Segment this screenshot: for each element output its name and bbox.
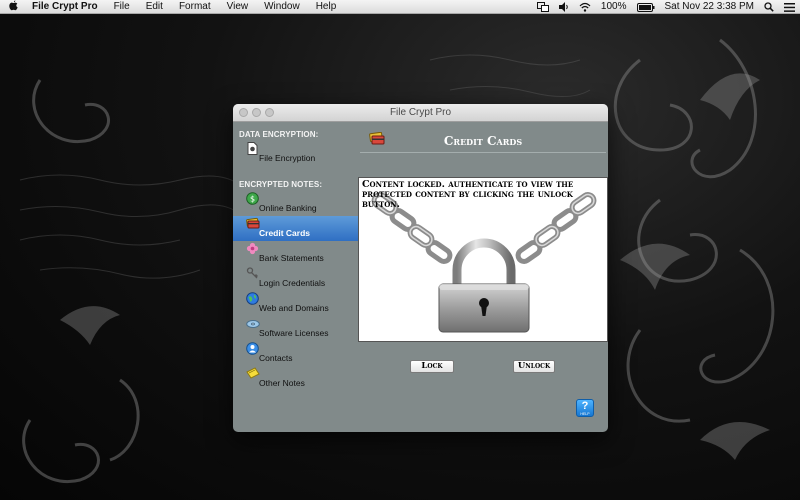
- sidebar-item-file-encryption[interactable]: File Encryption: [233, 141, 358, 166]
- menu-format[interactable]: Format: [171, 0, 219, 14]
- app-window: File Crypt Pro DATA ENCRYPTION: File Enc…: [233, 104, 608, 432]
- sidebar-item-software-licenses[interactable]: Software Licenses: [233, 316, 358, 341]
- content-panel: Content locked. authenticate to view the…: [358, 177, 608, 342]
- window-title: File Crypt Pro: [389, 107, 452, 118]
- wifi-icon[interactable]: [574, 2, 596, 12]
- pink-flower-icon: [246, 242, 259, 255]
- sidebar-item-label: Other Notes: [259, 378, 305, 388]
- battery-percent: 100%: [600, 1, 627, 12]
- help-button[interactable]: ? HELP: [576, 399, 594, 417]
- unlock-button[interactable]: Unlock: [513, 360, 555, 373]
- lock-button[interactable]: Lock: [410, 360, 454, 373]
- sidebar: DATA ENCRYPTION: File Encryption ENCRYPT…: [233, 123, 358, 432]
- menu-app-name[interactable]: File Crypt Pro: [26, 0, 106, 14]
- sticky-note-icon: [246, 367, 260, 380]
- apple-menu-icon[interactable]: [0, 0, 26, 14]
- sidebar-item-label: Login Credentials: [259, 278, 326, 288]
- battery-icon[interactable]: [632, 2, 660, 12]
- sidebar-item-label: Credit Cards: [259, 228, 311, 238]
- sidebar-item-online-banking[interactable]: $ Online Banking: [233, 191, 358, 216]
- screen-mirror-icon[interactable]: [532, 2, 554, 12]
- svg-text:$: $: [250, 194, 255, 203]
- spotlight-search-icon[interactable]: [759, 2, 779, 12]
- sidebar-item-label: File Encryption: [259, 153, 316, 163]
- help-caption: HELP: [580, 412, 590, 416]
- document-icon: [246, 142, 259, 155]
- sidebar-item-label: Web and Domains: [259, 303, 329, 313]
- menu-edit[interactable]: Edit: [138, 0, 171, 14]
- cd-disc-icon: [246, 317, 260, 330]
- sidebar-item-label: Online Banking: [259, 203, 317, 213]
- sidebar-item-other-notes[interactable]: Other Notes: [233, 366, 358, 391]
- menu-window[interactable]: Window: [256, 0, 308, 14]
- person-icon: [246, 342, 259, 355]
- apple-logo-icon: [8, 0, 18, 10]
- credit-cards-icon: [246, 217, 260, 230]
- sidebar-item-login-credentials[interactable]: Login Credentials: [233, 266, 358, 291]
- menu-clock[interactable]: Sat Nov 22 3:38 PM: [660, 0, 760, 14]
- menu-file[interactable]: File: [106, 0, 138, 14]
- globe-icon: [246, 292, 259, 305]
- locked-message: Content locked. authenticate to view the…: [362, 179, 574, 210]
- menu-view[interactable]: View: [219, 0, 257, 14]
- sidebar-item-web-and-domains[interactable]: Web and Domains: [233, 291, 358, 316]
- window-titlebar[interactable]: File Crypt Pro: [233, 104, 608, 122]
- help-question-icon: ?: [581, 400, 589, 412]
- sidebar-item-label: Bank Statements: [259, 253, 324, 263]
- sidebar-item-credit-cards[interactable]: Credit Cards: [233, 216, 358, 241]
- keys-icon: [246, 267, 259, 280]
- encrypted-notes-header: ENCRYPTED NOTES:: [239, 180, 323, 189]
- status-area: 100% Sat Nov 22 3:38 PM: [532, 0, 800, 14]
- sidebar-item-bank-statements[interactable]: Bank Statements: [233, 241, 358, 266]
- globe-money-icon: $: [246, 192, 259, 205]
- title-divider: [360, 152, 606, 153]
- data-encryption-header: DATA ENCRYPTION:: [239, 130, 319, 139]
- menu-help[interactable]: Help: [308, 0, 345, 14]
- page-title: Credit Cards: [443, 134, 523, 148]
- volume-icon[interactable]: [554, 2, 574, 12]
- menu-bar: File Crypt Pro File Edit Format View Win…: [0, 0, 800, 14]
- sidebar-item-label: Software Licenses: [259, 328, 329, 338]
- sidebar-item-contacts[interactable]: Contacts: [233, 341, 358, 366]
- notification-center-icon[interactable]: [779, 2, 800, 12]
- sidebar-item-label: Contacts: [259, 353, 293, 363]
